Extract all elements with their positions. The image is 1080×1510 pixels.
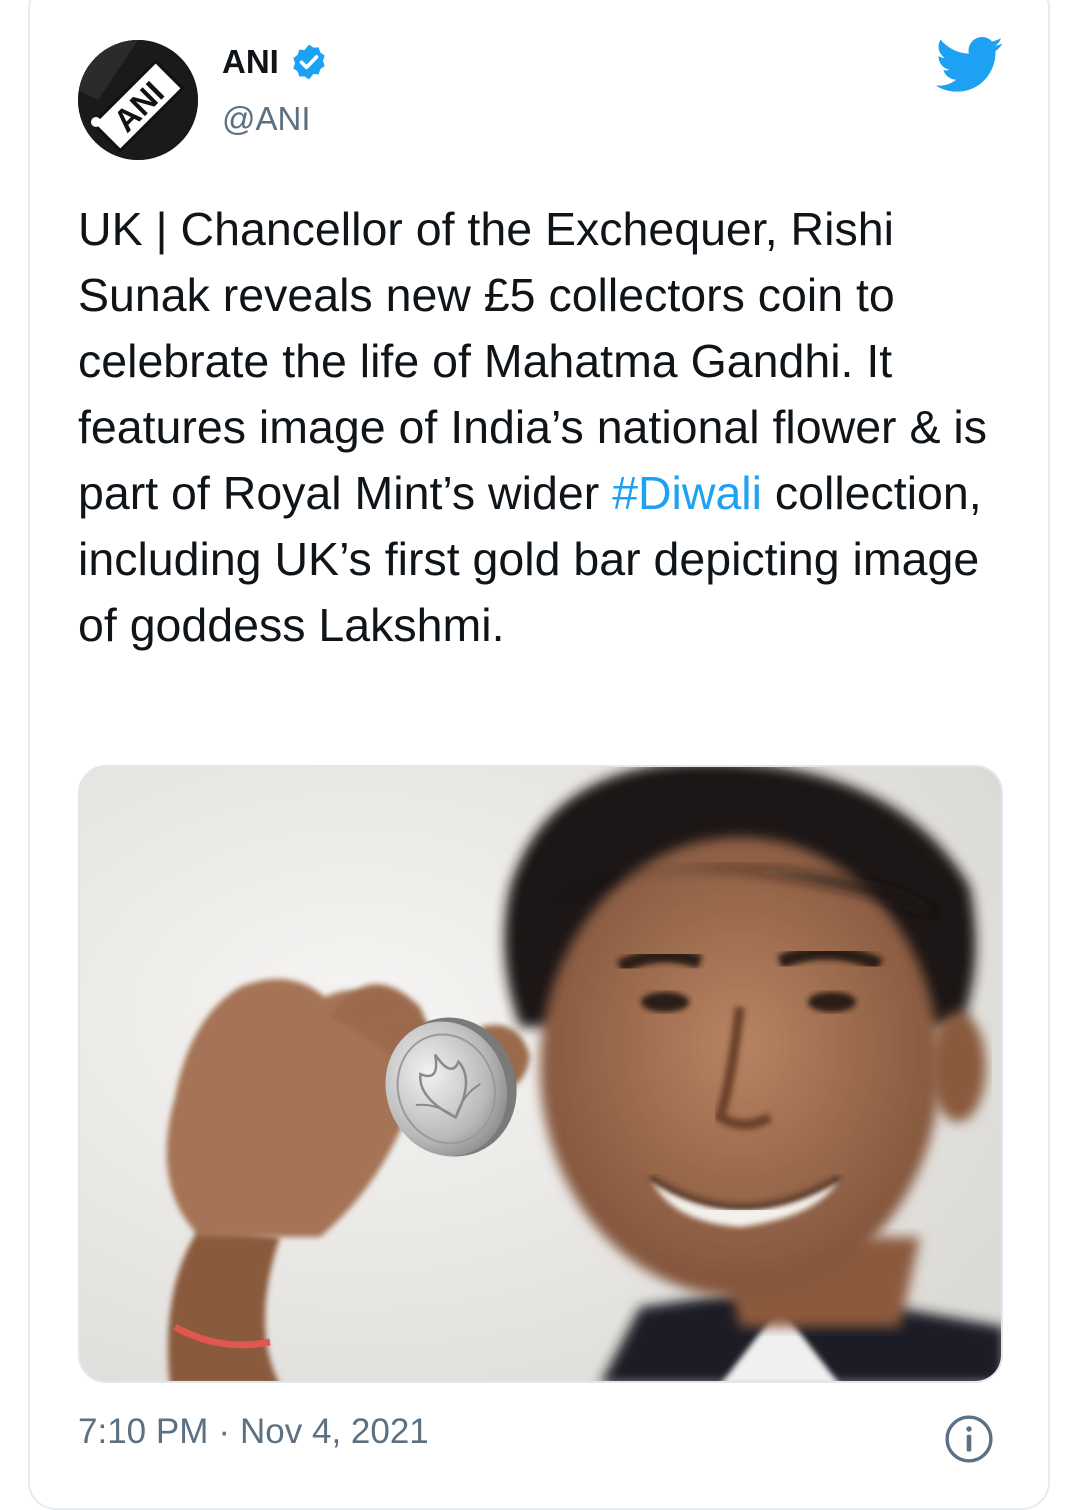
- tweet-time[interactable]: 7:10 PM: [78, 1412, 208, 1452]
- timestamp-separator: ·: [218, 1412, 231, 1451]
- avatar[interactable]: ANI: [78, 40, 198, 160]
- ani-logo: ANI: [78, 40, 198, 160]
- account-name-row[interactable]: ANI: [222, 42, 329, 82]
- account-name[interactable]: ANI: [222, 43, 279, 81]
- verified-badge-icon: [293, 44, 325, 80]
- account-handle[interactable]: @ANI: [222, 100, 311, 138]
- photo-man-holding-coin: [80, 767, 1001, 1381]
- tweet-date[interactable]: Nov 4, 2021: [240, 1412, 429, 1452]
- tweet-text: UK | Chancellor of the Exchequer, Rishi …: [78, 196, 1018, 658]
- info-icon[interactable]: [944, 1414, 994, 1464]
- tweet-timestamp[interactable]: 7:10 PM · Nov 4, 2021: [78, 1412, 429, 1452]
- hashtag-link[interactable]: #Diwali: [612, 467, 762, 519]
- tweet-photo[interactable]: [78, 765, 1003, 1383]
- twitter-bird-icon[interactable]: [936, 36, 1004, 94]
